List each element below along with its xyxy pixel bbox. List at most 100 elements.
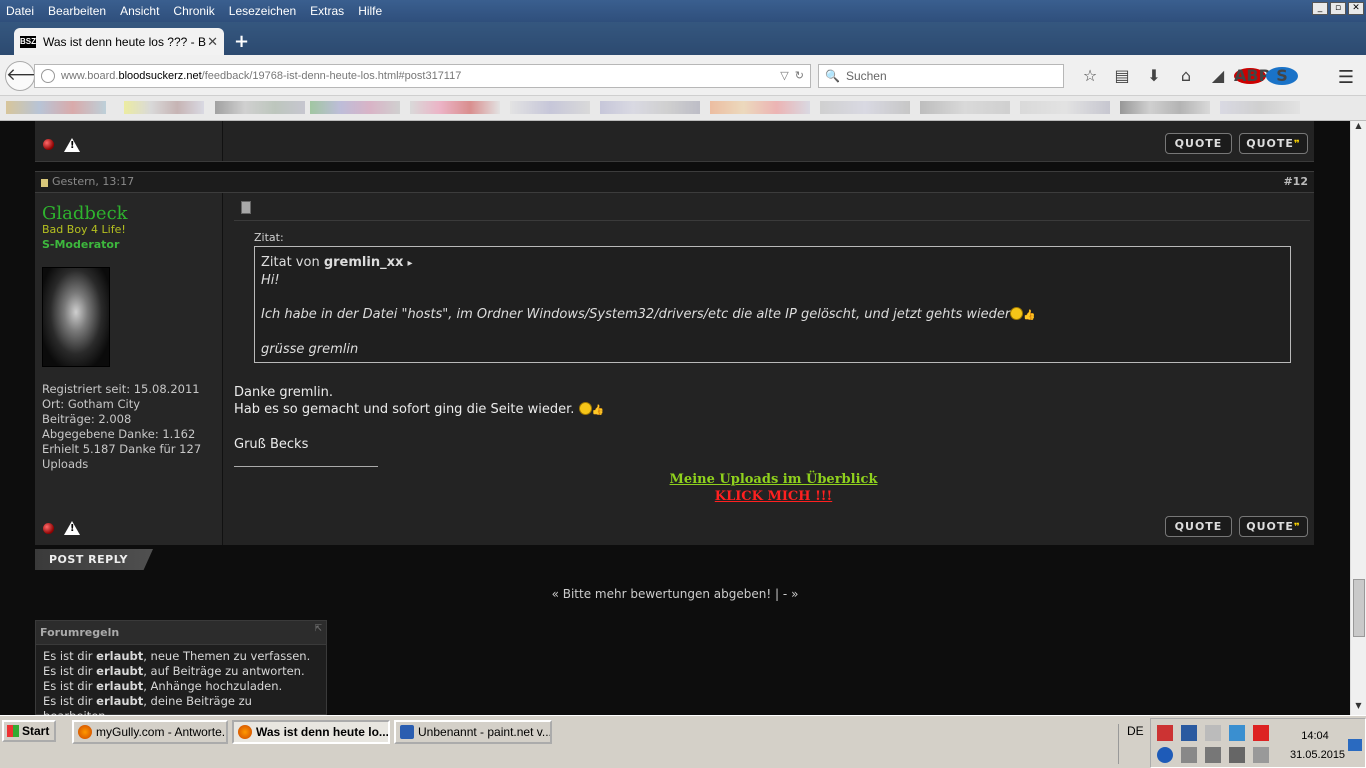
collapse-icon[interactable]: ⇱	[314, 624, 322, 634]
taskbar-item-bloodsuckerz[interactable]: Was ist denn heute lo...	[232, 720, 390, 744]
previous-thread-link[interactable]: « Bitte mehr bewertungen abgeben!	[552, 587, 772, 601]
message-line: Gruß Becks	[234, 437, 309, 452]
menu-hilfe[interactable]: Hilfe	[351, 4, 389, 18]
menu-bar: Datei Bearbeiten Ansicht Chronik Lesezei…	[0, 0, 1366, 22]
user-thanks-received: Erhielt 5.187 Danke für 127 Uploads	[42, 442, 202, 471]
divider	[234, 220, 1310, 221]
quote-author-link[interactable]: gremlin_xx	[324, 255, 404, 270]
start-button[interactable]: Start	[2, 720, 56, 742]
hamburger-menu-icon[interactable]: ☰	[1338, 67, 1354, 88]
browser-tab-active[interactable]: BSZ Was ist denn heute los ??? - B... ✕	[14, 28, 224, 55]
rule-item: Es ist dir erlaubt, deine Beiträge zu be…	[43, 694, 252, 715]
red-tray-icon[interactable]	[1253, 725, 1269, 741]
bookmarks-list-icon[interactable]: ▤	[1106, 66, 1138, 85]
search-icon: 🔍	[825, 69, 840, 83]
menu-chronik[interactable]: Chronik	[166, 4, 221, 18]
shield-tray-icon[interactable]	[1157, 725, 1173, 741]
post-content: Zitat: Zitat von gremlin_xx ▸ Hi! Ich ha…	[231, 193, 1311, 545]
quote-button[interactable]: QUOTE	[1165, 516, 1232, 537]
menu-datei[interactable]: Datei	[0, 4, 41, 18]
send-icon[interactable]: ◢	[1202, 66, 1234, 85]
new-tab-icon[interactable]: +	[234, 31, 249, 52]
post-number-link[interactable]: #12	[1283, 172, 1308, 192]
user-info-column: Gladbeck Bad Boy 4 Life! S-Moderator Reg…	[35, 193, 223, 545]
bluetooth-icon[interactable]	[1157, 747, 1173, 763]
language-indicator[interactable]: DE	[1118, 724, 1144, 764]
firefox-icon	[78, 725, 92, 739]
thumbs-up-icon: 👍	[591, 405, 605, 416]
close-tab-icon[interactable]: ✕	[207, 34, 218, 50]
message-line: Hab es so gemacht und sofort ging die Se…	[234, 402, 575, 417]
navigation-toolbar: 🡐 www.board. bloodsuckerz.net/feedback/19…	[0, 55, 1366, 96]
search-placeholder: Suchen	[845, 69, 887, 83]
volume-icon[interactable]	[1253, 747, 1269, 763]
search-input[interactable]: 🔍 Suchen	[818, 64, 1064, 88]
scroll-down-icon[interactable]: ▼	[1351, 701, 1366, 715]
username-link[interactable]: Gladbeck	[42, 203, 128, 224]
menu-extras[interactable]: Extras	[303, 4, 351, 18]
forum-page: QUOTE QUOTE❞ Gestern, 13:17 #12 Gladbeck…	[0, 121, 1350, 715]
quote-label: Zitat:	[254, 231, 284, 244]
user-location: Ort: Gotham City	[42, 397, 141, 411]
dots-tray-icon[interactable]	[1205, 725, 1221, 741]
scroll-thumb[interactable]	[1353, 579, 1365, 637]
rule-item: Es ist dir erlaubt, Anhänge hochzuladen.	[43, 679, 283, 693]
multi-quote-button[interactable]: QUOTE❞	[1239, 516, 1308, 537]
firefox-icon	[238, 725, 252, 739]
windows-logo-icon	[7, 725, 19, 737]
view-post-icon[interactable]: ▸	[408, 258, 413, 269]
app-tray-icon[interactable]	[1181, 725, 1197, 741]
close-window-icon[interactable]: ✕	[1348, 2, 1364, 15]
post-date: Gestern, 13:17	[52, 175, 135, 188]
bookmark-star-icon[interactable]: ☆	[1074, 66, 1106, 85]
rule-item: Es ist dir erlaubt, auf Beiträge zu antw…	[43, 664, 305, 678]
taskbar-item-paintnet[interactable]: Unbenannt - paint.net v...	[394, 720, 552, 744]
user-thanks-given: Abgegebene Danke: 1.162	[42, 427, 196, 441]
clock-time: 14:04	[1301, 730, 1329, 742]
signature: Meine Uploads im Überblick KLICK MICH !!…	[231, 471, 1316, 505]
menu-bearbeiten[interactable]: Bearbeiten	[41, 4, 113, 18]
offline-status-icon	[43, 139, 54, 150]
next-thread-link[interactable]: »	[791, 587, 798, 601]
post-message: Danke gremlin. Hab es so gemacht und sof…	[234, 384, 604, 453]
url-bar[interactable]: www.board. bloodsuckerz.net/feedback/1976…	[34, 64, 811, 88]
smile-icon	[1010, 307, 1024, 320]
adblock-icon[interactable]: ABP	[1234, 66, 1270, 85]
minimize-icon[interactable]: _	[1312, 2, 1328, 15]
battery-icon[interactable]	[1205, 747, 1221, 763]
toolbar-icons: ☆ ▤ ⬇ ⌂ ◢ ABP S	[1074, 66, 1298, 85]
network-tray-icon[interactable]	[1229, 725, 1245, 741]
quote-button[interactable]: QUOTE	[1165, 133, 1232, 154]
forum-rules-title: Forumregeln	[36, 621, 326, 645]
post-reply-button[interactable]: POST REPLY	[35, 549, 153, 570]
separator: -	[782, 587, 788, 601]
uploads-overview-link[interactable]: Meine Uploads im Überblick	[670, 472, 878, 487]
quote-block: Zitat von gremlin_xx ▸ Hi! Ich habe in d…	[254, 246, 1291, 363]
menu-ansicht[interactable]: Ansicht	[113, 4, 166, 18]
reload-icon[interactable]: ▽ ↻	[780, 69, 804, 82]
avatar[interactable]	[42, 267, 110, 367]
multiquote-icon: ❞	[1293, 522, 1301, 533]
sync-s-icon[interactable]: S	[1266, 66, 1298, 85]
page-scrollbar[interactable]: ▲ ▼	[1350, 121, 1366, 715]
tab-title: Was ist denn heute los ??? - B...	[43, 34, 208, 49]
network-status-icon[interactable]	[1229, 747, 1245, 763]
clock[interactable]: 14:04 31.05.2015	[1290, 727, 1346, 765]
clock-date: 31.05.2015	[1290, 749, 1346, 761]
back-button[interactable]: 🡐	[5, 61, 52, 91]
report-warning-icon[interactable]	[64, 138, 80, 152]
maximize-icon[interactable]: ▫	[1330, 2, 1346, 15]
report-warning-icon[interactable]	[64, 521, 80, 535]
home-icon[interactable]: ⌂	[1170, 66, 1202, 85]
multi-quote-button[interactable]: QUOTE❞	[1239, 133, 1308, 154]
menu-lesezeichen[interactable]: Lesezeichen	[222, 4, 303, 18]
download-icon[interactable]: ⬇	[1138, 66, 1170, 85]
show-desktop-icon[interactable]	[1348, 739, 1362, 751]
flag-icon[interactable]	[1181, 747, 1197, 763]
scroll-up-icon[interactable]: ▲	[1351, 121, 1366, 135]
taskbar-item-mygully[interactable]: myGully.com - Antworte...	[72, 720, 228, 744]
thumbs-up-icon: 👍	[1023, 310, 1036, 321]
post-document-icon	[241, 201, 251, 214]
click-me-link[interactable]: KLICK MICH !!!	[715, 489, 832, 504]
globe-icon	[41, 69, 55, 83]
